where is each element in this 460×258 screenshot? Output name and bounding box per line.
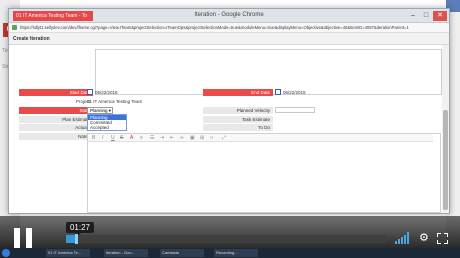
- to-do-label: To Do: [203, 124, 273, 131]
- end-date-value: 06/22/2018: [283, 90, 306, 95]
- planned-velocity-input[interactable]: [275, 107, 315, 113]
- volume-icon[interactable]: [395, 232, 411, 244]
- project-label: Project: [19, 98, 93, 105]
- start-date-value: 05/22/2018: [95, 90, 118, 95]
- task-estimate-label: Task Estimate: [203, 116, 273, 123]
- planned-velocity-label: Planned Velocity: [203, 107, 273, 114]
- start-button[interactable]: [2, 249, 10, 257]
- bullet-list-icon[interactable]: ≡: [140, 135, 143, 141]
- numbered-list-icon[interactable]: ☰: [150, 135, 154, 141]
- link-icon[interactable]: ∞: [180, 135, 184, 141]
- pause-icon: [14, 228, 20, 248]
- pause-icon: [26, 228, 32, 248]
- state-option[interactable]: Accepted: [88, 125, 126, 130]
- taskbar-item[interactable]: Camtasia: [160, 249, 204, 257]
- address-bar[interactable]: https://sdlyt1.sellydev.com/dev/iframe.c…: [9, 23, 449, 33]
- minimize-icon[interactable]: –: [407, 11, 419, 21]
- code-icon[interactable]: ‹›: [210, 135, 213, 141]
- state-dropdown[interactable]: Planning ▾: [87, 107, 113, 114]
- fullscreen-icon[interactable]: [437, 233, 448, 244]
- maximize-icon[interactable]: □: [420, 11, 432, 21]
- scrollbar-thumb[interactable]: [443, 110, 448, 210]
- dialog-scrollbar[interactable]: [442, 45, 449, 213]
- taskbar-item[interactable]: Iteration - Goo...: [104, 249, 148, 257]
- browser-window: 01 IT America Testing Team - To Iteratio…: [8, 8, 450, 214]
- taskbar: 01 IT America Te... Iteration - Goo... C…: [0, 248, 460, 258]
- start-date-label: Start Date: [19, 89, 93, 96]
- underline-icon[interactable]: U: [111, 135, 115, 141]
- dialog-title: Create Iteration: [9, 33, 449, 45]
- project-value[interactable]: 01 IT America Testing Team: [87, 98, 142, 105]
- url-text[interactable]: https://sdlyt1.sellydev.com/dev/iframe.c…: [20, 25, 445, 30]
- calendar-icon[interactable]: [87, 89, 93, 95]
- progress-bar[interactable]: [66, 234, 386, 244]
- pause-button[interactable]: [12, 228, 38, 248]
- state-label: State: [19, 107, 93, 114]
- window-titlebar: 01 IT America Testing Team - To Iteratio…: [9, 9, 449, 23]
- indent-icon[interactable]: ⇥: [160, 135, 164, 141]
- image-icon[interactable]: ▣: [190, 135, 195, 141]
- window-title: Iteration - Google Chrome: [194, 12, 264, 18]
- gear-icon[interactable]: ⚙: [419, 233, 430, 244]
- state-selected-value: Planning: [90, 108, 108, 113]
- outdent-icon[interactable]: ⇤: [170, 135, 174, 141]
- state-options-list[interactable]: Planning Committed Accepted: [87, 114, 127, 131]
- browser-tab[interactable]: 01 IT America Testing Team - To: [13, 11, 93, 21]
- taskbar-item[interactable]: Recording...: [214, 249, 258, 257]
- font-color-icon[interactable]: A: [130, 135, 133, 141]
- calendar-icon[interactable]: [275, 89, 281, 95]
- end-date-label: End Date: [203, 89, 273, 96]
- lock-icon: [12, 25, 17, 30]
- notes-label: Notes: [19, 133, 93, 140]
- notes-editor[interactable]: B I U S A ≡ ☰ ⇥ ⇤ ∞ ▣ ⊞ ‹› ⤢: [87, 133, 441, 213]
- actuals-label: Actuals: [19, 124, 93, 131]
- close-icon[interactable]: ✕: [433, 11, 447, 21]
- progress-handle[interactable]: [74, 234, 78, 244]
- start-date-field[interactable]: 05/22/2018: [87, 89, 118, 96]
- end-date-field[interactable]: 06/22/2018: [275, 89, 306, 96]
- taskbar-item[interactable]: 01 IT America Te...: [46, 249, 90, 257]
- fullscreen-icon[interactable]: ⤢: [222, 135, 226, 141]
- bold-icon[interactable]: B: [92, 135, 95, 141]
- screen: C Tim Stru 01 IT America Testing Team - …: [0, 0, 460, 258]
- plan-estimate-label: Plan Estimate: [19, 116, 93, 123]
- strikethrough-icon[interactable]: S: [120, 135, 123, 141]
- italic-icon[interactable]: I: [102, 135, 103, 141]
- playback-time-tooltip: 01:27: [66, 222, 94, 236]
- editor-toolbar: B I U S A ≡ ☰ ⇥ ⇤ ∞ ▣ ⊞ ‹› ⤢: [88, 134, 433, 142]
- table-icon[interactable]: ⊞: [200, 135, 204, 141]
